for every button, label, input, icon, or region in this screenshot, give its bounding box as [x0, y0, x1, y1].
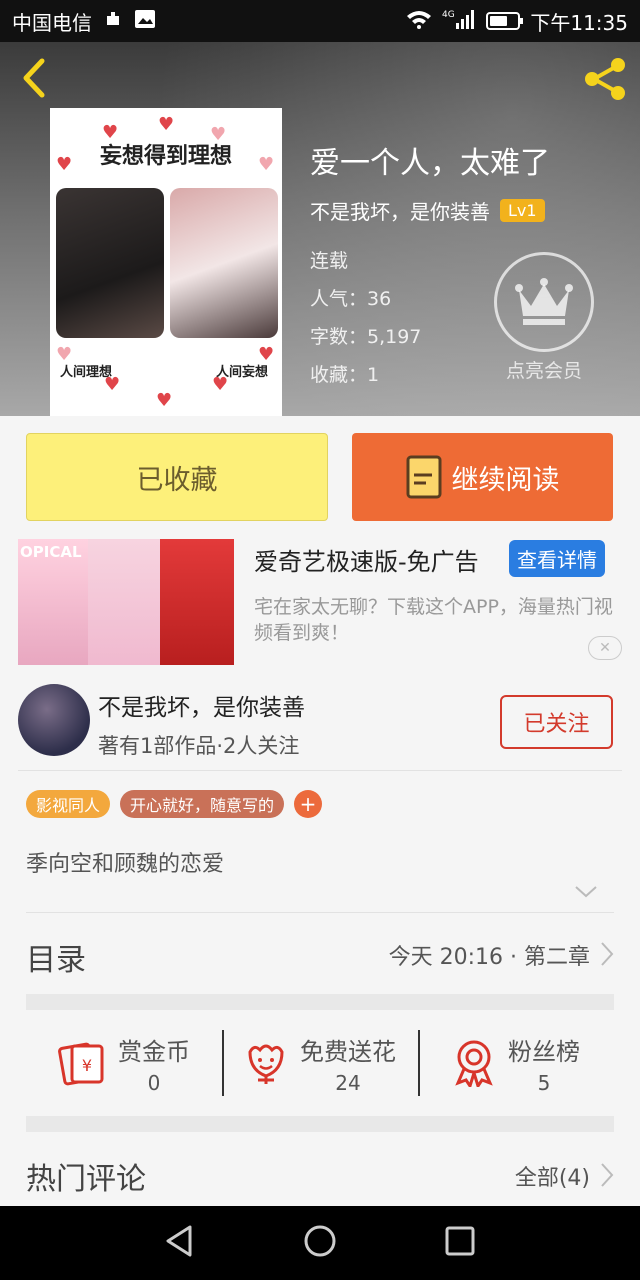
author-stats: 著有1部作品·2人关注 [98, 734, 300, 758]
chevron-down-icon [575, 886, 597, 898]
author-name[interactable]: 不是我坏，是你装善 [98, 688, 305, 722]
stat-label: 赏金币 [118, 1037, 190, 1066]
circle-home-icon [304, 1225, 336, 1257]
heart-icon: ♥ [56, 344, 73, 365]
ad-detail-button[interactable]: 查看详情 [509, 540, 605, 577]
book-title: 爱一个人，太难了 [310, 146, 550, 181]
book-icon [406, 455, 441, 499]
avatar[interactable] [18, 684, 90, 756]
carrier-label: 中国电信 [12, 10, 92, 35]
word-count: 字数：5,197 [310, 326, 422, 348]
catalog-row[interactable]: 目录 今天 20:16 · 第二章 [26, 912, 614, 994]
heart-icon: ♥ [158, 114, 175, 135]
fan-ranking[interactable]: 粉丝榜 5 [418, 1010, 614, 1116]
clock: 下午11:35 [530, 10, 628, 35]
heart-icon: ♥ [56, 154, 73, 175]
tag-list: 影视同人 开心就好，随意写的 + [26, 790, 323, 818]
expand-synopsis-button[interactable] [574, 884, 598, 903]
close-icon: ✕ [599, 640, 611, 656]
heart-icon: ♥ [104, 374, 121, 395]
continue-reading-button[interactable]: 继续阅读 [352, 433, 613, 521]
heart-icon: ♥ [212, 374, 229, 395]
hot-comments-row[interactable]: 热门评论 全部(4) [26, 1138, 614, 1206]
status-bar: 中国电信 4G 下午11:35 [0, 0, 640, 42]
notification-icon [104, 9, 122, 33]
tag-chip[interactable]: 开心就好，随意写的 [120, 790, 285, 818]
back-button[interactable] [14, 56, 54, 100]
follow-button[interactable]: 已关注 [500, 695, 613, 749]
chevron-right-icon [600, 1162, 614, 1192]
stat-label: 免费送花 [300, 1037, 396, 1066]
system-nav-bar [0, 1206, 640, 1280]
catalog-label: 目录 [26, 943, 86, 978]
tag-chip[interactable]: 影视同人 [26, 790, 111, 818]
flower-icon [248, 1044, 284, 1084]
stat-value: 5 [537, 1070, 551, 1095]
triangle-back-icon [166, 1225, 192, 1257]
section-separator [26, 994, 614, 1010]
battery-level [490, 16, 508, 26]
heart-icon: ♥ [258, 344, 275, 365]
cover-title: 妄想得到理想 [99, 143, 232, 169]
latest-chapter: 今天 20:16 · 第二章 [388, 945, 590, 970]
image-icon [134, 9, 156, 34]
nav-back-button[interactable] [164, 1224, 196, 1262]
hot-comments-label: 热门评论 [26, 1162, 146, 1197]
medal-icon [455, 1040, 493, 1087]
collected-button[interactable]: 已收藏 [26, 433, 328, 521]
reward-coins[interactable]: ¥ 赏金币 0 [26, 1010, 222, 1116]
nav-recents-button[interactable] [444, 1225, 476, 1261]
stat-value: 24 [335, 1070, 361, 1095]
stat-value: 0 [147, 1070, 161, 1095]
favorites-count: 收藏：1 [310, 364, 380, 386]
book-meta: 连载 人气：36 字数：5,197 收藏：1 [310, 242, 421, 394]
all-comments-link[interactable]: 全部(4) [515, 1160, 590, 1192]
plus-icon: + [299, 792, 317, 816]
ad-image[interactable]: OPICAL [18, 539, 234, 665]
header-author-line: 不是我坏，是你装善 Lv1 [310, 196, 545, 225]
chevron-right-icon [600, 941, 614, 971]
ad-title[interactable]: 爱奇艺极速版-免广告 [254, 542, 479, 577]
vip-button[interactable]: 点亮会员 [492, 252, 596, 383]
ad-description: 宅在家太无聊？下载这个APP，海量热门视频看到爽！ [254, 596, 613, 644]
nav-home-button[interactable] [303, 1224, 337, 1262]
red-envelope-icon: ¥ [58, 1042, 104, 1086]
action-bar: 已收藏 继续阅读 [0, 416, 640, 532]
author-card: 不是我坏，是你装善 著有1部作品·2人关注 已关注 [0, 672, 640, 772]
svg-text:¥: ¥ [82, 1056, 92, 1075]
heart-icon: ♥ [102, 122, 119, 143]
heart-icon: ♥ [258, 154, 275, 175]
section-separator [26, 1116, 614, 1132]
ad-banner[interactable]: OPICAL 爱奇艺极速版-免广告 查看详情 宅在家太无聊？下载这个APP，海量… [0, 532, 640, 672]
chevron-left-icon [23, 58, 45, 98]
level-badge: Lv1 [500, 199, 545, 222]
serial-status: 连载 [310, 250, 349, 272]
signal-icon: 4G [442, 8, 476, 35]
book-header: 妄想得到理想 人间理想 人间妄想 ♥ ♥ ♥ ♥ ♥ ♥ ♥ ♥ ♥ ♥ 爱一个… [0, 42, 640, 416]
stats-bar: ¥ 赏金币 0 免费送花 24 粉丝榜 5 [26, 1010, 614, 1116]
share-button[interactable] [580, 54, 630, 104]
divider [18, 770, 622, 771]
ad-close-button[interactable]: ✕ [588, 636, 622, 660]
cover-photo-left [56, 188, 164, 338]
book-cover[interactable]: 妄想得到理想 人间理想 人间妄想 ♥ ♥ ♥ ♥ ♥ ♥ ♥ ♥ ♥ ♥ [50, 108, 282, 416]
header-author-name[interactable]: 不是我坏，是你装善 [310, 196, 490, 225]
share-icon [585, 58, 625, 100]
ad-image-tag: OPICAL [20, 543, 82, 561]
heart-icon: ♥ [210, 124, 227, 145]
heart-icon: ♥ [156, 390, 173, 411]
crown-icon [494, 252, 594, 352]
square-recents-icon [445, 1226, 475, 1256]
add-tag-button[interactable]: + [294, 790, 323, 818]
free-flowers[interactable]: 免费送花 24 [222, 1010, 418, 1116]
popularity: 人气：36 [310, 288, 392, 310]
vip-label: 点亮会员 [505, 360, 582, 382]
stat-label: 粉丝榜 [508, 1037, 580, 1066]
continue-reading-label: 继续阅读 [451, 464, 560, 496]
network-type: 4G [442, 10, 455, 20]
synopsis: 季向空和顾魏的恋爱 [26, 852, 225, 877]
wifi-icon [406, 9, 432, 34]
battery-icon [486, 12, 524, 30]
cover-photo-right [170, 188, 278, 338]
